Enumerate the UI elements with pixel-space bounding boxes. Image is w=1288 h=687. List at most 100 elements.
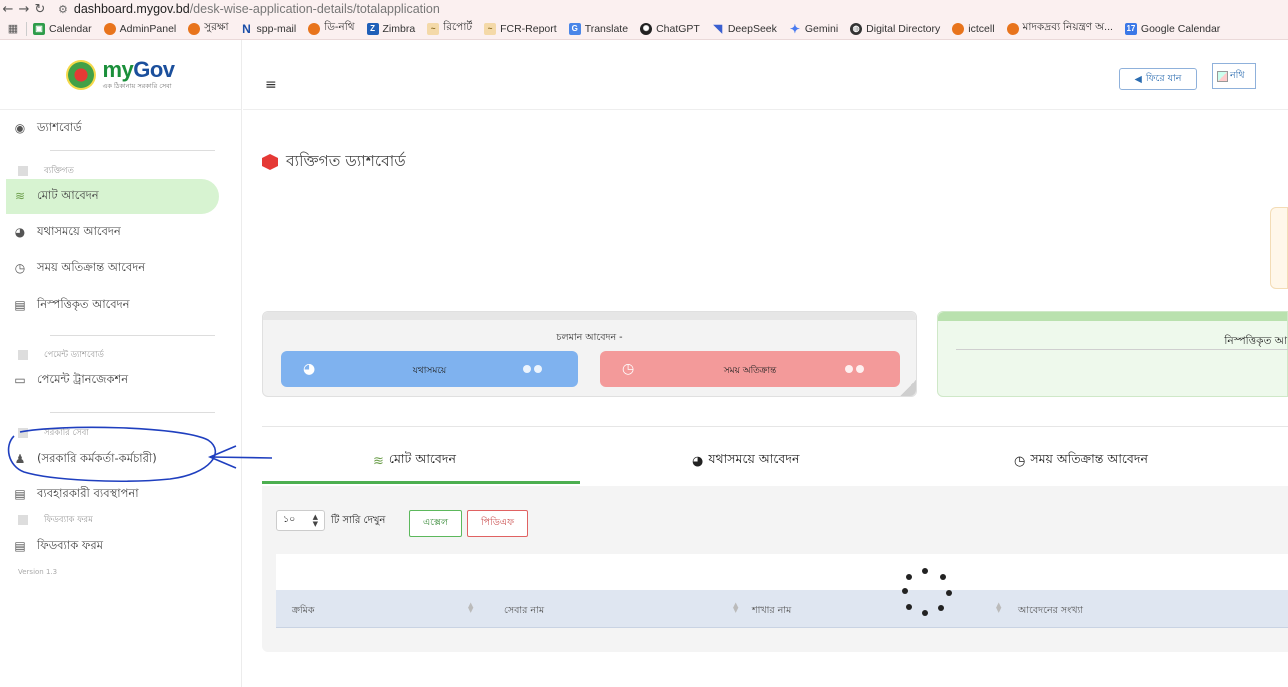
bookmark-fcr-report[interactable]: ~ FCR-Report	[484, 22, 557, 35]
tab-total-applications[interactable]: ≋ মোট আবেদন	[373, 451, 456, 471]
palette-icon: ◕	[14, 225, 26, 239]
google-calendar-icon: 17	[1124, 22, 1137, 35]
address-field[interactable]: dashboard.mygov.bd/desk-wise-application…	[74, 2, 440, 16]
bookmark-label: ictcell	[968, 22, 995, 35]
bookmark-translate[interactable]: G Translate	[568, 22, 629, 35]
tab-label: সময় অতিক্রান্ত আবেদন	[1030, 451, 1148, 466]
section-header-payment: পেমেন্ট ড্যাশবোর্ড	[18, 348, 104, 362]
bookmark-label: Gemini	[804, 22, 839, 35]
mygov-logo[interactable]: myGov এক ঠিকানায় সরকারি সেবা	[0, 40, 241, 110]
timely-status-pill[interactable]: ◕ যথাসময়ে	[281, 351, 578, 387]
card-header-strip	[263, 312, 916, 320]
ongoing-applications-card: চলমান আবেদন - ◕ যথাসময়ে ◷ সময় অতিক্রান…	[262, 311, 917, 397]
bookmark-deepseek[interactable]: ◥ DeepSeek	[712, 23, 777, 35]
logo-text: myGov এক ঠিকানায় সরকারি সেবা	[102, 57, 175, 92]
disposed-applications-card: নিস্পত্তিকৃত আ	[937, 311, 1288, 397]
page-length-select[interactable]: ১০ ▲ ▼	[276, 510, 325, 531]
clock-icon: ◷	[1014, 453, 1026, 469]
sidebar-item-timely-applications[interactable]: ◕ যথাসময়ে আবেদন	[0, 221, 121, 243]
hamburger-menu-icon[interactable]: ≡	[265, 77, 277, 93]
forward-arrow-icon[interactable]: →	[16, 2, 32, 17]
sidebar-item-label: যথাসময়ে আবেদন	[37, 223, 121, 238]
report-icon: ~	[427, 22, 440, 35]
side-panel-edge	[1270, 207, 1288, 289]
column-header-service-name[interactable]: সেবার নাম	[504, 604, 544, 619]
bookmark-d-nothi[interactable]: ডি-নথি	[308, 20, 355, 37]
document-icon: ▤	[14, 539, 26, 553]
bookmark-ictcell[interactable]: ictcell	[952, 22, 995, 35]
section-square-icon	[18, 515, 28, 525]
bookmark-label: Google Calendar	[1140, 22, 1221, 35]
sidebar-item-feedback-form[interactable]: ▤ ফিডব্যাক ফরম	[0, 535, 103, 557]
section-square-icon	[18, 166, 28, 176]
page-title: ব্যক্তিগত ড্যাশবোর্ড	[262, 149, 406, 175]
overdue-status-pill[interactable]: ◷ সময় অতিক্রান্ত	[600, 351, 900, 387]
bookmark-gemini[interactable]: ✦ Gemini	[789, 23, 838, 35]
document-icon: ▤	[14, 298, 26, 312]
nothi-button[interactable]: নথি	[1212, 63, 1256, 89]
excel-export-button[interactable]: এক্সেল	[409, 510, 462, 537]
page-length-label: টি সারি দেখুন	[331, 515, 386, 526]
bookmark-zimbra[interactable]: Z Zimbra	[366, 22, 415, 35]
section-label: ব্যক্তিগত	[44, 166, 74, 176]
zimbra-icon: Z	[366, 22, 379, 35]
bookmark-label: AdminPanel	[119, 22, 177, 35]
bookmark-calendar[interactable]: ▣ Calendar	[33, 22, 92, 35]
column-header-application-count[interactable]: আবেদনের সংখ্যা	[1018, 604, 1083, 619]
pdf-export-button[interactable]: পিডিএফ	[467, 510, 528, 537]
bookmark-surokkha[interactable]: সুরক্ষা	[188, 20, 229, 37]
back-button[interactable]: ◀ ফিরে যান	[1119, 68, 1197, 90]
bookmark-spp-mail[interactable]: Nspp-mail	[241, 23, 296, 35]
section-label: ফিডব্যাক ফরম	[44, 515, 93, 525]
credit-card-icon: ▭	[14, 373, 26, 387]
section-square-icon	[18, 428, 28, 438]
table-panel: ১০ ▲ ▼ টি সারি দেখুন এক্সেল পিডিএফ ক্রমিক…	[262, 486, 1288, 652]
bookmark-chatgpt[interactable]: ✺ ChatGPT	[640, 22, 700, 35]
palette-icon: ◕	[692, 453, 704, 469]
sidebar-divider	[50, 412, 215, 413]
sidebar-item-overdue-applications[interactable]: ◷ সময় অতিক্রান্ত আবেদন	[0, 257, 145, 279]
bookmark-digital-directory[interactable]: ◍ Digital Directory	[850, 22, 941, 35]
layers-icon: ≋	[14, 189, 26, 203]
sidebar-item-label: সময় অতিক্রান্ত আবেদন	[37, 259, 146, 274]
tab-overdue-applications[interactable]: ◷ সময় অতিক্রান্ত আবেদন	[1014, 451, 1148, 471]
sidebar-item-total-applications[interactable]: ≋ মোট আবেদন	[0, 185, 99, 207]
circle-logo-icon	[1006, 22, 1019, 35]
bookmark-madok[interactable]: মাদকদ্রব্য নিয়ন্ত্রণ অ...	[1006, 20, 1113, 37]
sidebar-item-payment-transactions[interactable]: ▭ পেমেন্ট ট্রানজেকশন	[0, 369, 128, 391]
url-host: dashboard.mygov.bd	[73, 2, 190, 16]
bookmark-report[interactable]: ~ রিপোর্ট	[427, 20, 472, 37]
broken-image-icon	[1217, 70, 1228, 82]
logo-my: my	[102, 57, 134, 82]
deepseek-icon: ◥	[713, 22, 723, 35]
sidebar-item-disposed-applications[interactable]: ▤ নিস্পত্তিকৃত আবেদন	[0, 294, 129, 316]
column-header-serial[interactable]: ক্রমিক	[292, 604, 315, 619]
bookmark-adminpanel[interactable]: AdminPanel	[103, 22, 177, 35]
sort-icon[interactable]: ▲ ▼	[733, 602, 738, 614]
section-label: পেমেন্ট ড্যাশবোর্ড	[44, 350, 104, 360]
tab-timely-applications[interactable]: ◕ যথাসময়ে আবেদন	[692, 451, 799, 471]
loading-dots	[842, 365, 864, 373]
nothi-button-label: নথি	[1230, 69, 1245, 81]
site-info-icon[interactable]: ⚙	[58, 3, 68, 16]
ongoing-title: চলমান আবেদন -	[556, 332, 623, 343]
section-label: সরকারি সেবা	[44, 428, 89, 438]
sort-icon[interactable]: ▲ ▼	[468, 602, 473, 614]
card-header-strip	[938, 312, 1287, 321]
reload-icon[interactable]: ↻	[32, 2, 48, 17]
bookmark-google-calendar[interactable]: 17 Google Calendar	[1124, 22, 1221, 35]
calendar-icon: ▣	[33, 22, 45, 35]
column-header-branch-name[interactable]: শাখার নাম	[752, 604, 791, 619]
apps-grid-icon[interactable]: ▦	[0, 22, 26, 35]
sidebar-item-gov-officials[interactable]: ♟ (সরকারি কর্মকর্তা-কর্মচারী)	[0, 448, 157, 470]
sort-icon[interactable]: ▲ ▼	[996, 602, 1001, 614]
person-icon: ♟	[14, 452, 26, 466]
cube-icon	[262, 154, 278, 170]
bookmark-label: Digital Directory	[866, 22, 941, 35]
bookmarks-bar: ▦ ▣ Calendar AdminPanel সুরক্ষা Nspp-mail…	[0, 18, 1288, 40]
sidebar-item-dashboard[interactable]: ◉ ড্যাশবোর্ড	[0, 117, 82, 139]
top-bar: ≡ ◀ ফিরে যান নথি	[243, 40, 1288, 110]
sidebar-item-user-management[interactable]: ▤ ব্যবহারকারী ব্যবস্থাপনা	[0, 483, 138, 505]
back-arrow-icon[interactable]: ←	[0, 2, 16, 17]
bookmark-label: Translate	[584, 22, 629, 35]
